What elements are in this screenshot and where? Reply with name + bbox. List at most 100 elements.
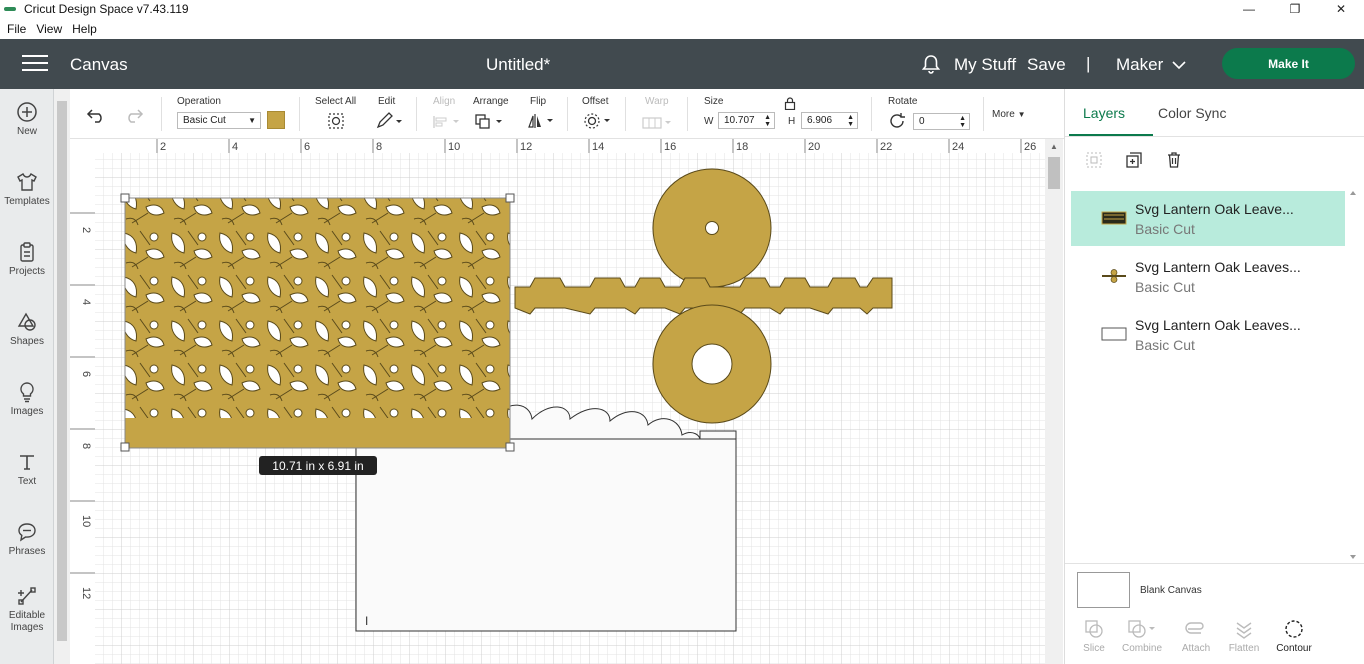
toolbar-divider [416,97,417,131]
chevron-down-icon[interactable] [1172,61,1186,70]
design-canvas[interactable]: 2 4 6 8 10 12 14 16 18 20 22 24 26 2 4 6 8 10 12 I [70,139,1045,664]
undo-icon[interactable] [86,107,106,123]
scroll-up-icon[interactable]: ▲ [1050,142,1058,151]
sidebar-item-editable-images[interactable]: Editable Images [0,585,54,634]
toolbar-divider [687,97,688,131]
flip-icon[interactable] [527,112,557,130]
select-all-icon[interactable] [327,112,345,130]
title-bar: Cricut Design Space v7.43.119 — ❐ ✕ [0,0,1364,18]
shapes-icon [17,312,36,331]
resize-handle[interactable] [505,442,515,452]
editable-images-icon [18,587,36,605]
scrollbar-thumb[interactable] [57,101,67,641]
group-icon[interactable] [1085,151,1103,169]
save-button[interactable]: Save [1027,55,1066,75]
ruler-x-label: 18 [736,141,748,153]
make-it-button[interactable]: Make It [1222,48,1355,79]
sidebar-label: Editable [8,610,46,621]
layer-item[interactable]: Svg Lantern Oak Leave... Basic Cut [1071,191,1345,246]
lock-icon[interactable] [784,97,796,110]
my-stuff-link[interactable]: My Stuff [954,55,1016,75]
ruler-x-label: 20 [808,141,820,153]
plus-circle-icon [17,102,37,122]
edit-pencil-icon[interactable] [375,112,403,130]
toolbar-divider [161,97,162,131]
top-circle-hole [705,221,719,235]
resize-handle[interactable] [120,442,130,452]
warp-label: Warp [645,96,669,107]
sidebar-label: Templates [4,196,50,207]
height-label: H [788,116,796,127]
stepper-icon[interactable]: ▲ ▼ [959,115,966,129]
minimize-button[interactable]: — [1226,0,1272,18]
header-separator: | [1086,54,1091,73]
sidebar-item-templates[interactable]: Templates [0,171,54,208]
lantern-panel-shape[interactable] [124,197,511,449]
menu-view[interactable]: View [36,22,62,36]
sidebar-item-projects[interactable]: Projects [0,241,54,278]
warp-icon[interactable] [641,115,675,131]
blank-canvas-swatch[interactable] [1077,572,1130,608]
canvas-drawing[interactable]: 2 4 6 8 10 12 14 16 18 20 22 24 26 24681012 I [70,139,1045,664]
horizontal-ruler [70,139,1045,153]
sidebar-item-phrases[interactable]: Phrases [0,521,54,558]
blank-card-body[interactable] [355,438,737,632]
dimension-tooltip: 10.71 in x 6.91 in [259,456,377,475]
sidebar-item-new[interactable]: New [0,101,54,138]
stepper-icon[interactable]: ▲ ▼ [847,114,854,128]
close-button[interactable]: ✕ [1318,0,1364,18]
operation-color-swatch[interactable] [267,111,285,129]
vertical-ruler [70,139,95,664]
machine-select[interactable]: Maker [1116,55,1163,75]
height-value: 6.906 [807,115,833,126]
tab-color-sync[interactable]: Color Sync [1158,105,1226,121]
layers-scrollbar[interactable] [1346,189,1360,564]
resize-handle[interactable] [120,193,130,203]
ruler-x-label: 16 [664,141,676,153]
duplicate-icon[interactable] [1125,151,1143,169]
scrollbar-thumb[interactable] [1048,157,1060,189]
text-cursor: I [365,614,368,628]
height-input[interactable]: 6.906 ▲ ▼ [801,112,858,129]
rotate-label: Rotate [888,96,918,107]
slice-button[interactable]: Slice [1069,619,1119,654]
bottom-circle-hole [691,343,733,385]
ruler-y-label: 10 [80,515,92,527]
hamburger-menu-icon[interactable] [22,55,48,73]
more-menu[interactable]: More ▼ [992,109,1026,120]
menu-bar: File View Help [0,19,100,39]
contour-button[interactable]: Contour [1269,619,1319,654]
left-scrollbar[interactable] [54,89,70,664]
tab-layers[interactable]: Layers [1083,105,1125,121]
resize-handle[interactable] [505,193,515,203]
sidebar-item-images[interactable]: Images [0,381,54,418]
operation-select[interactable]: Basic Cut ▼ [177,112,261,129]
sidebar-item-shapes[interactable]: Shapes [0,311,54,348]
layer-item[interactable]: Svg Lantern Oak Leaves... Basic Cut [1071,307,1345,362]
arrange-icon[interactable] [474,113,506,131]
offset-icon[interactable] [583,112,613,130]
menu-file[interactable]: File [7,22,26,36]
bell-icon[interactable] [920,53,942,75]
stepper-icon[interactable]: ▲ ▼ [764,114,771,128]
width-input[interactable]: 10.707 ▲ ▼ [718,112,775,129]
maximize-button[interactable]: ❐ [1272,0,1318,18]
rotate-input[interactable]: 0 ▲ ▼ [913,113,970,130]
layer-item[interactable]: Svg Lantern Oak Leaves... Basic Cut [1071,249,1345,304]
section-title: Canvas [70,55,128,74]
canvas-vertical-scrollbar[interactable]: ▲ [1045,139,1063,664]
delete-icon[interactable] [1165,151,1183,169]
align-icon[interactable] [432,114,462,130]
rotate-icon[interactable] [888,112,908,130]
ruler-x-label: 26 [1024,141,1036,153]
sidebar-item-text[interactable]: Text [0,451,54,488]
sidebar-label: Images [10,406,44,417]
ruler-y-label: 6 [80,371,92,377]
redo-icon[interactable] [124,107,144,123]
layer-name: Svg Lantern Oak Leaves... [1135,317,1301,333]
flatten-button[interactable]: Flatten [1219,619,1269,654]
menu-help[interactable]: Help [72,22,97,36]
combine-button[interactable]: Combine [1117,619,1167,654]
attach-button[interactable]: Attach [1171,619,1221,654]
select-all-label: Select All [315,96,357,107]
